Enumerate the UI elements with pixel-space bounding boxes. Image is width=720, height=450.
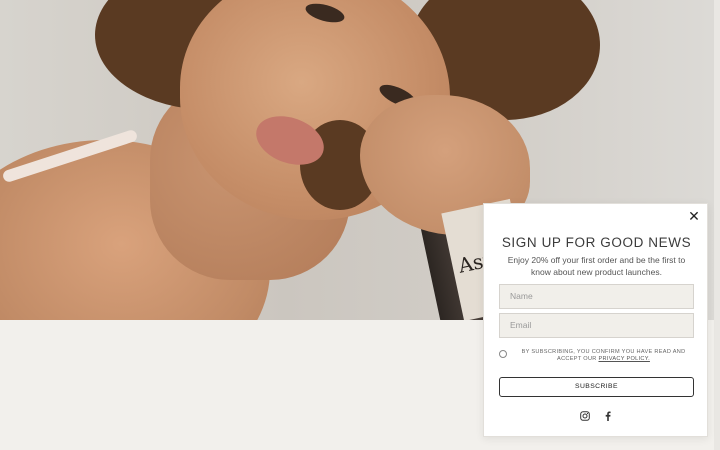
- popup-subtitle: Enjoy 20% off your first order and be th…: [507, 255, 686, 277]
- newsletter-popup: ✕ SIGN UP FOR GOOD NEWS Enjoy 20% off yo…: [483, 203, 708, 437]
- email-field[interactable]: Email: [499, 313, 694, 338]
- name-field[interactable]: Name: [499, 284, 694, 309]
- popup-title: SIGN UP FOR GOOD NEWS: [501, 235, 692, 250]
- subscribe-button[interactable]: SUBSCRIBE: [499, 377, 694, 397]
- social-links: [484, 407, 709, 421]
- instagram-icon[interactable]: [580, 410, 591, 421]
- scrollbar[interactable]: [714, 0, 720, 450]
- consent-checkbox[interactable]: [499, 350, 507, 358]
- close-icon[interactable]: ✕: [687, 210, 701, 224]
- consent-text: BY SUBSCRIBING, YOU CONFIRM YOU HAVE REA…: [513, 349, 694, 363]
- consent-row: BY SUBSCRIBING, YOU CONFIRM YOU HAVE REA…: [499, 349, 694, 369]
- facebook-icon[interactable]: [603, 411, 613, 421]
- privacy-policy-link[interactable]: PRIVACY POLICY.: [598, 356, 649, 362]
